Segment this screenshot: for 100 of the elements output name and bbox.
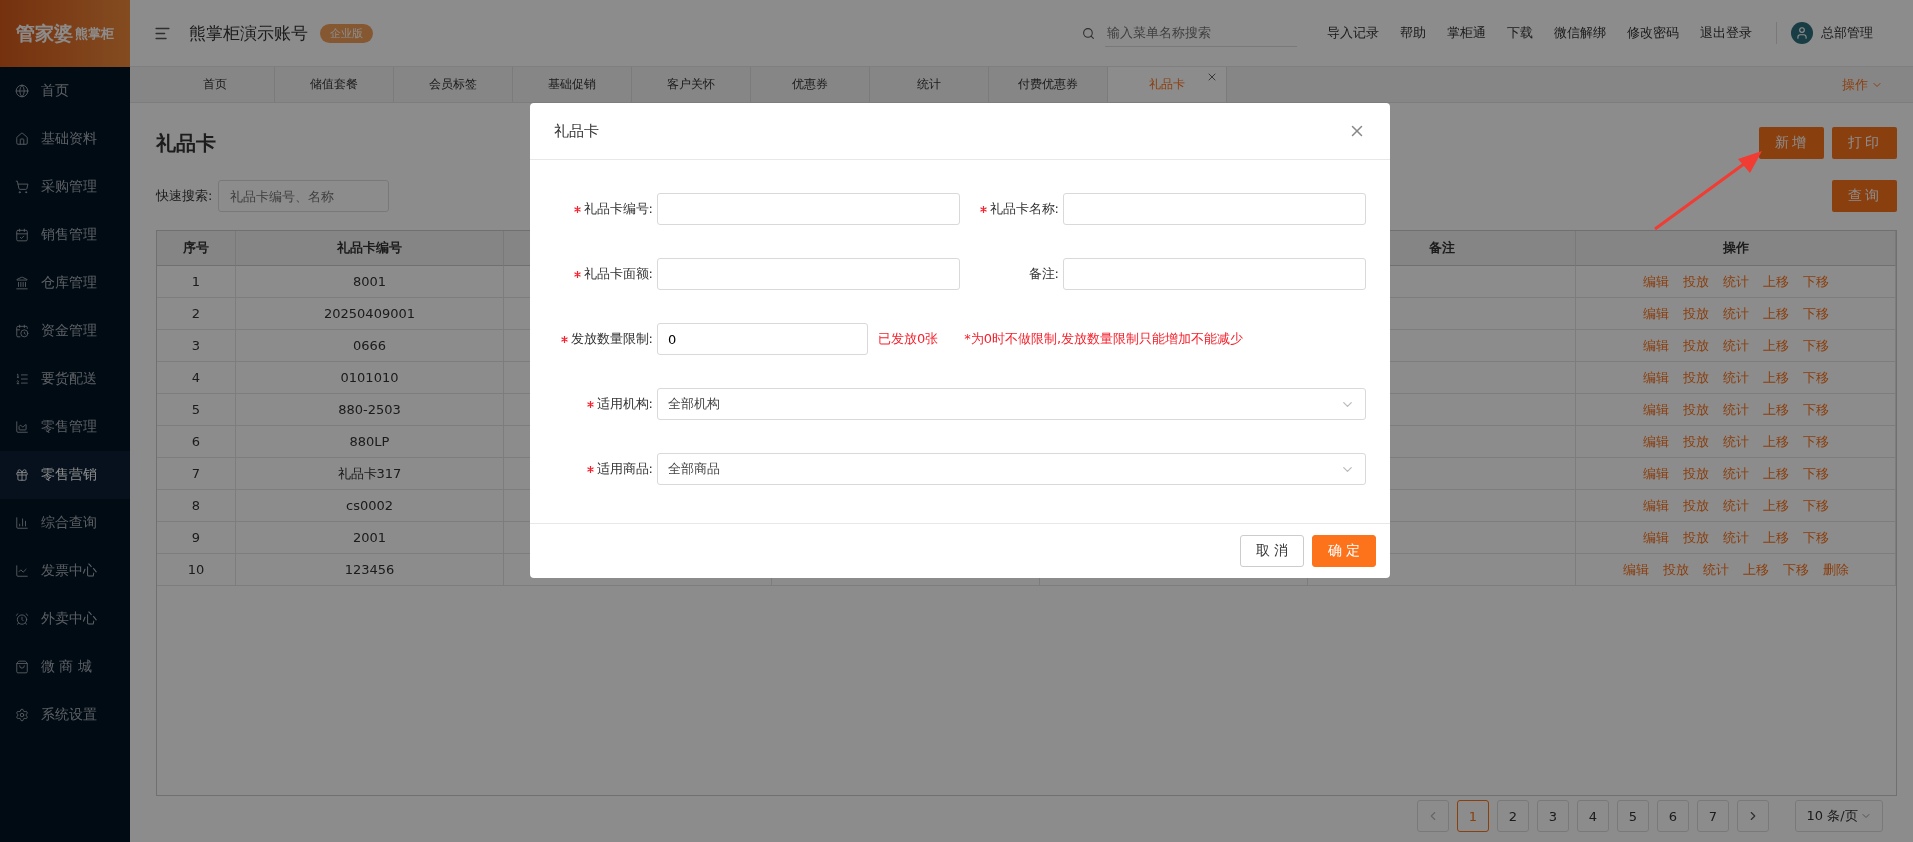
action-link[interactable]: 下移 <box>1802 368 1829 387</box>
action-link[interactable]: 统计 <box>1722 528 1749 547</box>
print-button[interactable]: 打印 <box>1832 127 1897 159</box>
select-field[interactable]: 全部机构 <box>657 388 1366 420</box>
header-link[interactable]: 帮助 <box>1400 24 1426 42</box>
action-link[interactable]: 下移 <box>1802 400 1829 419</box>
header-link[interactable]: 修改密码 <box>1627 24 1679 42</box>
action-link[interactable]: 编辑 <box>1642 464 1669 483</box>
header-link[interactable]: 退出登录 <box>1700 24 1752 42</box>
sidebar-item[interactable]: 基础资料 <box>0 115 130 163</box>
action-link[interactable]: 统计 <box>1702 560 1729 579</box>
page-button[interactable]: 7 <box>1697 800 1729 832</box>
action-link[interactable]: 下移 <box>1802 496 1829 515</box>
tabs-menu[interactable]: 操作 <box>1842 67 1883 102</box>
action-link[interactable]: 下移 <box>1802 528 1829 547</box>
action-link[interactable]: 上移 <box>1742 560 1769 579</box>
action-link[interactable]: 编辑 <box>1642 368 1669 387</box>
sidebar-item[interactable]: 资金管理 <box>0 307 130 355</box>
confirm-button[interactable]: 确 定 <box>1312 535 1376 567</box>
action-link[interactable]: 编辑 <box>1642 528 1669 547</box>
action-link[interactable]: 统计 <box>1722 432 1749 451</box>
sidebar-item[interactable]: 系统设置 <box>0 691 130 739</box>
next-page-button[interactable] <box>1737 800 1769 832</box>
sidebar-item[interactable]: 采购管理 <box>0 163 130 211</box>
action-link[interactable]: 上移 <box>1762 496 1789 515</box>
action-link[interactable]: 上移 <box>1762 528 1789 547</box>
action-link[interactable]: 下移 <box>1782 560 1809 579</box>
action-link[interactable]: 统计 <box>1722 368 1749 387</box>
action-link[interactable]: 下移 <box>1802 304 1829 323</box>
sidebar-item[interactable]: 零售管理 <box>0 403 130 451</box>
tab[interactable]: 客户关怀 <box>632 67 751 102</box>
action-link[interactable]: 上移 <box>1762 464 1789 483</box>
close-icon[interactable] <box>1206 71 1218 83</box>
action-link[interactable]: 编辑 <box>1642 432 1669 451</box>
input-field[interactable] <box>657 193 960 225</box>
sidebar-item[interactable]: 销售管理 <box>0 211 130 259</box>
action-link[interactable]: 投放 <box>1682 272 1709 291</box>
action-link[interactable]: 上移 <box>1762 304 1789 323</box>
action-link[interactable]: 编辑 <box>1642 304 1669 323</box>
page-button[interactable]: 4 <box>1577 800 1609 832</box>
action-link[interactable]: 投放 <box>1682 528 1709 547</box>
tab[interactable]: 礼品卡 <box>1108 67 1227 102</box>
action-link[interactable]: 下移 <box>1802 464 1829 483</box>
page-button[interactable]: 5 <box>1617 800 1649 832</box>
tab[interactable]: 首页 <box>156 67 275 102</box>
action-link[interactable]: 统计 <box>1722 336 1749 355</box>
action-link[interactable]: 上移 <box>1762 432 1789 451</box>
page-button[interactable]: 1 <box>1457 800 1489 832</box>
action-link[interactable]: 投放 <box>1682 368 1709 387</box>
action-link[interactable]: 统计 <box>1722 464 1749 483</box>
header-link[interactable]: 掌柜通 <box>1447 24 1486 42</box>
action-link[interactable]: 编辑 <box>1642 336 1669 355</box>
action-link[interactable]: 上移 <box>1762 336 1789 355</box>
query-button[interactable]: 查询 <box>1832 180 1897 212</box>
action-link[interactable]: 投放 <box>1682 496 1709 515</box>
header-link[interactable]: 微信解绑 <box>1554 24 1606 42</box>
action-link[interactable]: 投放 <box>1682 400 1709 419</box>
sidebar-item[interactable]: 发票中心 <box>0 547 130 595</box>
sidebar-item[interactable]: 要货配送 <box>0 355 130 403</box>
action-link[interactable]: 投放 <box>1682 304 1709 323</box>
input-field[interactable] <box>657 258 960 290</box>
tab[interactable]: 基础促销 <box>513 67 632 102</box>
action-link[interactable]: 删除 <box>1822 560 1849 579</box>
sidebar-item[interactable]: 微 商 城 <box>0 643 130 691</box>
action-link[interactable]: 上移 <box>1762 272 1789 291</box>
search-field[interactable]: 礼品卡编号、名称 <box>218 180 390 212</box>
prev-page-button[interactable] <box>1417 800 1449 832</box>
action-link[interactable]: 投放 <box>1662 560 1689 579</box>
input-field[interactable] <box>1063 258 1366 290</box>
input-field[interactable] <box>1063 193 1366 225</box>
action-link[interactable]: 统计 <box>1722 304 1749 323</box>
user-name[interactable]: 总部管理 <box>1821 24 1873 42</box>
action-link[interactable]: 编辑 <box>1622 560 1649 579</box>
action-link[interactable]: 投放 <box>1682 464 1709 483</box>
input-field[interactable]: 0 <box>657 323 868 355</box>
action-link[interactable]: 统计 <box>1722 400 1749 419</box>
action-link[interactable]: 投放 <box>1682 336 1709 355</box>
cancel-button[interactable]: 取 消 <box>1240 535 1304 567</box>
action-link[interactable]: 编辑 <box>1642 496 1669 515</box>
action-link[interactable]: 统计 <box>1722 272 1749 291</box>
tab[interactable]: 会员标签 <box>394 67 513 102</box>
page-button[interactable]: 3 <box>1537 800 1569 832</box>
header-link[interactable]: 导入记录 <box>1327 24 1379 42</box>
tab[interactable]: 优惠券 <box>751 67 870 102</box>
sidebar-item[interactable]: 零售营销 <box>0 451 130 499</box>
action-link[interactable]: 投放 <box>1682 432 1709 451</box>
sidebar-item[interactable]: 首页 <box>0 67 130 115</box>
add-button[interactable]: 新增 <box>1759 127 1824 159</box>
action-link[interactable]: 上移 <box>1762 400 1789 419</box>
sidebar-item[interactable]: 仓库管理 <box>0 259 130 307</box>
page-size-select[interactable]: 10 条/页 <box>1795 800 1883 832</box>
sidebar-item[interactable]: 综合查询 <box>0 499 130 547</box>
action-link[interactable]: 下移 <box>1802 272 1829 291</box>
tab[interactable]: 储值套餐 <box>275 67 394 102</box>
action-link[interactable]: 下移 <box>1802 432 1829 451</box>
page-button[interactable]: 6 <box>1657 800 1689 832</box>
sidebar-item[interactable]: 外卖中心 <box>0 595 130 643</box>
action-link[interactable]: 上移 <box>1762 368 1789 387</box>
action-link[interactable]: 下移 <box>1802 336 1829 355</box>
action-link[interactable]: 统计 <box>1722 496 1749 515</box>
